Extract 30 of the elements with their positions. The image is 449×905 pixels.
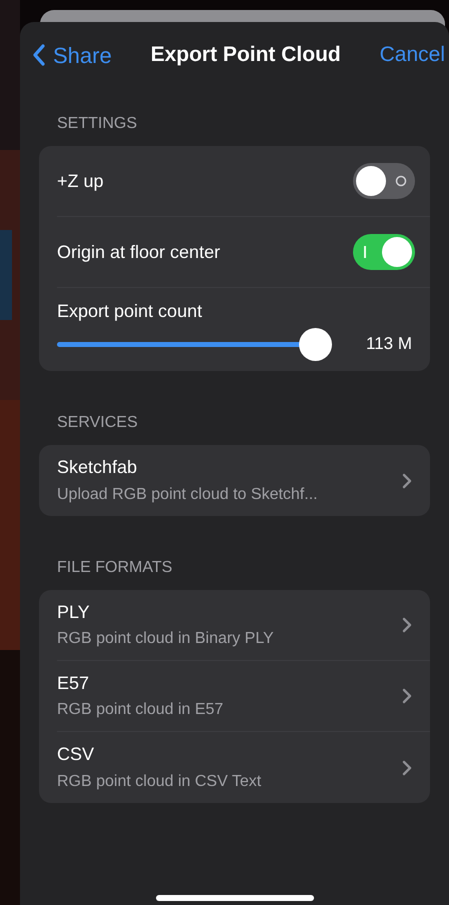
item-title: PLY [57, 600, 91, 624]
section-header: FILE FORMATS [57, 558, 174, 578]
list-item[interactable]: Sketchfab Upload RGB point cloud to Sketchf... [57, 445, 430, 516]
setting-label: Export point count [57, 300, 204, 323]
item-title: CSV [57, 743, 96, 766]
toggle-switch[interactable] [353, 234, 415, 270]
back-chevron-icon [32, 44, 45, 66]
list-item[interactable]: E57 RGB point cloud in E57 [57, 661, 430, 732]
nav-title: Export Point Cloud [150, 42, 341, 68]
cancel-button[interactable]: Cancel [380, 39, 445, 71]
chevron-icon [402, 472, 412, 488]
section-header: SETTINGS [57, 114, 138, 134]
item-subtitle: Upload RGB point cloud to Sketchf... [57, 484, 318, 505]
chevron-icon [402, 688, 412, 704]
chevron-icon [402, 760, 412, 776]
chevron-icon [402, 617, 412, 633]
item-subtitle: RGB point cloud in Binary PLY [57, 629, 274, 650]
item-subtitle: RGB point cloud in CSV Text [57, 772, 262, 792]
list-item[interactable]: PLY RGB point cloud in Binary PLY [57, 590, 430, 661]
list-item[interactable]: CSV RGB point cloud in CSV Text [57, 732, 430, 803]
item-title: E57 [57, 672, 90, 694]
section-header: SERVICES [57, 413, 139, 433]
setting-label: Origin at floor center [57, 240, 220, 264]
item-title: Sketchfab [57, 456, 138, 479]
setting-label: +Z up [57, 170, 104, 193]
slider-value: 113 M [366, 333, 412, 356]
toggle-switch[interactable] [353, 163, 415, 199]
back-button[interactable]: Share [32, 38, 112, 72]
item-subtitle: RGB point cloud in E57 [57, 700, 224, 720]
ring-icon [395, 175, 407, 187]
